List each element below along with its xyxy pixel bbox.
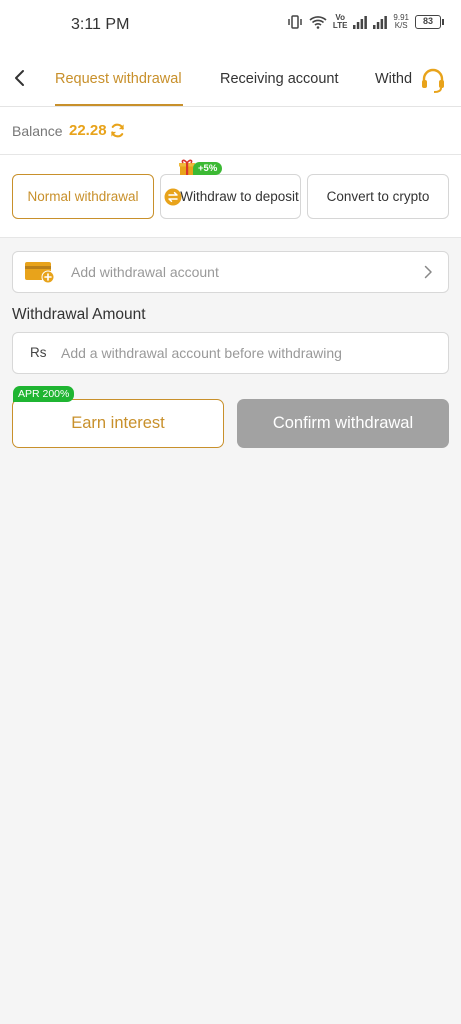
tab-request-withdrawal[interactable]: Request withdrawal [55,71,182,87]
back-chevron-icon[interactable] [8,66,32,90]
balance-value: 22.28 [69,122,107,139]
confirm-withdrawal-label: Confirm withdrawal [272,414,414,432]
normal-withdrawal-label: Normal withdrawal [27,189,139,204]
network-type-bottom: LTE [332,21,348,30]
active-tab-underline [55,104,183,106]
chevron-right-icon [424,265,432,279]
battery-icon: 83 [415,15,444,29]
earn-interest-label: Earn interest [71,414,165,432]
vibrate-icon [288,15,302,29]
balance-row: Balance 22.28 [0,107,461,155]
signal-icon-2 [373,15,388,29]
tab-receiving-account[interactable]: Receiving account [220,71,339,87]
apr-badge: APR 200% [13,386,75,402]
normal-withdrawal-option[interactable]: Normal withdrawal [12,174,154,219]
earn-interest-button[interactable]: Earn interest [12,399,224,448]
headset-icon[interactable] [419,66,447,94]
withdraw-to-deposit-option[interactable]: Withdraw to deposit [160,174,301,219]
withdrawal-amount-box: Rs [12,332,449,374]
add-withdrawal-account-row[interactable]: Add withdrawal account [12,251,449,293]
status-bar: 3:11 PM Vo LTE 9.91 K/S 83 [0,0,461,52]
tab-withdrawal-history[interactable]: Withd [375,71,412,87]
signal-icon [353,15,368,29]
refresh-icon[interactable] [109,122,126,139]
convert-to-crypto-option[interactable]: Convert to crypto [307,174,449,219]
withdrawal-mode-selector: Normal withdrawal Withdraw to deposit Co… [0,155,461,238]
status-time: 3:11 PM [71,16,130,33]
network-type: Vo LTE [333,14,348,30]
confirm-withdrawal-button[interactable]: Confirm withdrawal [237,399,449,448]
net-speed: 9.91 K/S [393,14,409,30]
status-icons: Vo LTE 9.91 K/S 83 [287,14,444,30]
balance-label: Balance [12,123,63,139]
currency-symbol: Rs [30,345,47,360]
net-speed-unit: K/S [394,21,408,30]
wifi-icon [309,16,327,29]
withdrawal-amount-label: Withdrawal Amount [12,306,146,323]
card-add-icon [25,262,55,284]
add-withdrawal-account-text: Add withdrawal account [71,264,219,280]
convert-to-crypto-label: Convert to crypto [326,189,430,204]
swap-icon [164,188,182,206]
bonus-badge: +5% [193,162,223,175]
withdrawal-amount-input[interactable] [61,334,441,372]
top-tab-bar: Request withdrawal Receiving account Wit… [0,52,461,107]
